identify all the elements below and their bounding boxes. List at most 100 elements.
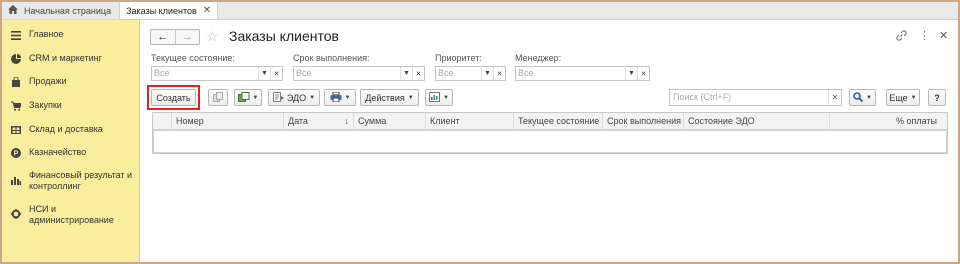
edo-icon [272, 91, 284, 104]
sidebar-item-label: Казначейство [29, 147, 87, 157]
sidebar-item-label: Закупки [29, 100, 62, 110]
orders-table: Номер Дата ↓ Сумма Клиент Текущее состоя… [152, 112, 948, 154]
cart-icon [11, 101, 21, 111]
sidebar-item-main[interactable]: Главное [2, 29, 140, 40]
coin-icon: P [11, 148, 21, 158]
search-icon [853, 91, 864, 104]
clear-search-icon[interactable]: ✕ [828, 90, 841, 105]
sidebar-item-label: Продажи [29, 76, 67, 86]
filter-deadline-input[interactable]: Все [294, 67, 400, 80]
column-header-client[interactable]: Клиент [425, 113, 513, 130]
warehouse-icon [11, 125, 21, 135]
column-header-edo-state[interactable]: Состояние ЭДО [683, 113, 829, 130]
chevron-down-icon: ▼ [866, 94, 872, 101]
sidebar-item-sales[interactable]: Продажи [2, 76, 140, 87]
more-button[interactable]: Еще ▼ [886, 89, 920, 106]
printer-icon [330, 91, 342, 104]
pie-chart-icon [11, 54, 21, 64]
chevron-down-icon: ▼ [443, 94, 449, 101]
filter-priority-label: Приоритет: [435, 53, 482, 63]
reports-button[interactable]: ▼ [425, 89, 453, 106]
svg-text:P: P [14, 151, 19, 158]
chevron-down-icon: ▼ [344, 94, 351, 101]
sort-down-icon: ↓ [344, 116, 350, 126]
edo-button-label: ЭДО [286, 92, 307, 103]
clear-icon[interactable]: ✕ [637, 67, 649, 80]
sidebar-item-finance[interactable]: Финансовый результат и контроллинг [2, 170, 140, 192]
tab-customer-orders-label: Заказы клиентов [126, 5, 197, 16]
sidebar-item-label: Главное [29, 29, 64, 39]
chevron-down-icon[interactable]: ▼ [625, 67, 637, 80]
filter-state-field[interactable]: Все ▼ ✕ [151, 66, 283, 81]
table-header-icon-column[interactable] [153, 113, 171, 130]
column-header-date[interactable]: Дата ↓ [283, 113, 353, 130]
sidebar-item-admin[interactable]: НСИ и администрирование [2, 204, 140, 226]
help-button[interactable]: ? [928, 89, 946, 106]
forward-button[interactable]: → [174, 30, 200, 44]
favorite-star-icon[interactable]: ☆ [206, 28, 219, 44]
bag-icon [11, 77, 21, 87]
sidebar-item-warehouse[interactable]: Склад и доставка [2, 124, 140, 135]
filter-deadline-label: Срок выполнения: [293, 53, 370, 63]
back-button[interactable]: ← [151, 30, 175, 44]
app-window: Начальная страница Заказы клиентов ✕ Гла… [2, 2, 958, 262]
main-content: ← → ☆ Заказы клиентов ⋮ ✕ Текущее состоя… [140, 20, 958, 262]
chevron-down-icon: ▼ [407, 94, 414, 101]
clear-icon[interactable]: ✕ [412, 67, 424, 80]
sidebar-item-treasury[interactable]: P Казначейство [2, 147, 140, 158]
history-nav: ← → [150, 29, 200, 45]
sidebar-item-label: Финансовый результат и контроллинг [29, 170, 133, 191]
menu-icon [11, 30, 21, 40]
sidebar: Главное CRM и маркетинг Продажи Закупки … [2, 20, 140, 262]
filter-manager-field[interactable]: Все ▼ ✕ [515, 66, 650, 81]
column-header-deadline[interactable]: Срок выполнения [602, 113, 683, 130]
clear-icon[interactable]: ✕ [493, 67, 505, 80]
report-icon [429, 91, 441, 104]
print-button[interactable]: ▼ [324, 89, 356, 106]
close-tab-icon[interactable]: ✕ [203, 5, 211, 16]
close-icon[interactable]: ✕ [939, 29, 948, 42]
table-header: Номер Дата ↓ Сумма Клиент Текущее состоя… [153, 113, 947, 130]
chevron-down-icon: ▼ [910, 94, 917, 101]
edo-button[interactable]: ЭДО ▼ [268, 89, 320, 106]
copy-button[interactable] [208, 89, 228, 106]
sidebar-item-label: НСИ и администрирование [29, 204, 114, 225]
tab-customer-orders[interactable]: Заказы клиентов ✕ [120, 2, 219, 19]
filter-priority-input[interactable]: Все [436, 67, 481, 80]
table-empty-row[interactable] [153, 130, 947, 153]
column-header-number[interactable]: Номер [171, 113, 283, 130]
chevron-down-icon[interactable]: ▼ [481, 67, 493, 80]
actions-button-label: Действия [365, 92, 405, 103]
sidebar-item-purchases[interactable]: Закупки [2, 100, 140, 111]
documents-icon [237, 91, 250, 104]
sidebar-item-label: Склад и доставка [29, 124, 103, 134]
search-field[interactable]: Поиск (Ctrl+F) ✕ [669, 89, 842, 106]
link-icon[interactable] [896, 30, 907, 44]
more-vertical-icon[interactable]: ⋮ [919, 29, 930, 42]
copy-icon [213, 91, 223, 104]
create-button[interactable]: Создать [151, 89, 196, 106]
search-input[interactable]: Поиск (Ctrl+F) [670, 90, 828, 105]
chevron-down-icon[interactable]: ▼ [258, 67, 270, 80]
column-header-sum[interactable]: Сумма [353, 113, 425, 130]
chevron-down-icon[interactable]: ▼ [400, 67, 412, 80]
filter-state-input[interactable]: Все [152, 67, 258, 80]
filter-deadline-field[interactable]: Все ▼ ✕ [293, 66, 425, 81]
actions-button[interactable]: Действия ▼ [360, 89, 419, 106]
tab-home[interactable]: Начальная страница [2, 2, 121, 19]
filter-priority-field[interactable]: Все ▼ ✕ [435, 66, 506, 81]
home-icon [8, 5, 18, 16]
create-based-on-button[interactable]: ▼ [234, 89, 262, 106]
filter-state-label: Текущее состояние: [151, 53, 235, 63]
filter-manager-input[interactable]: Все [516, 67, 625, 80]
filter-manager-label: Менеджер: [515, 53, 562, 63]
column-header-payment-percent[interactable]: % оплаты [829, 113, 947, 130]
page-title: Заказы клиентов [229, 28, 339, 44]
tab-bar: Начальная страница Заказы клиентов ✕ [2, 2, 958, 20]
column-header-current-state[interactable]: Текущее состояние [513, 113, 602, 130]
search-button[interactable]: ▼ [849, 89, 876, 106]
clear-icon[interactable]: ✕ [270, 67, 282, 80]
chevron-down-icon: ▼ [309, 94, 316, 101]
sidebar-item-crm[interactable]: CRM и маркетинг [2, 53, 140, 64]
more-button-label: Еще [889, 92, 908, 103]
